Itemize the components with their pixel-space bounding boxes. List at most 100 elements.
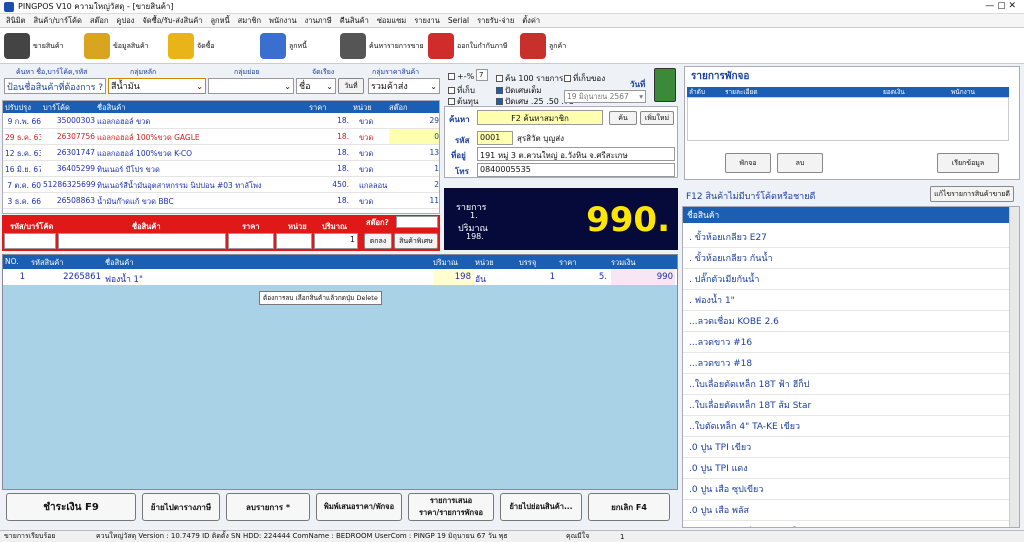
menu-item[interactable]: รายงาน <box>414 15 440 27</box>
entry-unit-input[interactable] <box>276 233 312 249</box>
sub-group-select[interactable]: ⌄ <box>208 78 294 94</box>
product-row[interactable]: 7 ต.ค. 60 51286325699 ทินเนอร์สีน้ำมันอุตส… <box>3 177 439 193</box>
hold-col-header[interactable]: ลำดับ <box>689 87 705 97</box>
product-row[interactable]: 9 ก.พ. 66 35000303 แอลกอฮอล์ ขวด 18. ขวด 29 <box>3 113 439 129</box>
product-row[interactable]: 12 ธ.ค. 63 26301747 แอลกอฮอล์ 100%ขวด K-CO… <box>3 145 439 161</box>
sale-row[interactable]: 1 2265861 ฟองน้ำ 1" 198 อัน 1 5. 990 <box>3 269 677 285</box>
menu-item[interactable]: สินค้า/บาร์โค้ด <box>34 15 82 27</box>
bestseller-item[interactable]: .0 ปูน เสือ ซุปเขียว <box>683 479 1019 500</box>
pay-button[interactable]: ชำระเงิน F9 <box>6 493 136 521</box>
bestseller-item[interactable]: ..ใบเลื่อยตัดเหล็ก 18T ฟ้า ฮีก็ป <box>683 374 1019 395</box>
menu-item[interactable]: Serial <box>448 16 469 25</box>
sale-col-header[interactable]: ราคา <box>559 257 576 269</box>
bestseller-item[interactable]: . ปลั๊กตัวเมียกันน้ำ <box>683 269 1019 290</box>
menu-item[interactable]: พนักงาน <box>269 15 297 27</box>
bestseller-item[interactable]: . ฟองน้ำ 1" <box>683 290 1019 311</box>
menu-item[interactable]: ลูกหนี้ <box>210 15 229 27</box>
member-tel-label: โทร <box>455 167 469 176</box>
print-quote-button[interactable]: พิมพ์เสนอราคา/พักจอ <box>316 493 402 521</box>
bestseller-item[interactable]: ..ใบตัดเหล็ก 4" TA-KE เขียว <box>683 416 1019 437</box>
product-row[interactable]: 16 มิ.ย. 67 36405299 ทินเนอร์ บีโปร ขวด 18.… <box>3 161 439 177</box>
menu-item[interactable]: สมาชิก <box>238 15 261 27</box>
recall-button[interactable]: เรียกข้อมูล <box>937 153 999 173</box>
truck-icon <box>520 33 546 59</box>
special-item-button[interactable]: สินค้าพิเศษ <box>394 233 438 249</box>
edit-bestseller-button[interactable]: แก้ไขรายการสินค้าขายดี <box>930 186 1014 202</box>
bestseller-item[interactable]: .0 ปูน TPI แดง <box>683 458 1019 479</box>
menu-item[interactable]: งานภาษี <box>305 15 332 27</box>
member-search-button[interactable]: ค้น <box>609 111 637 125</box>
sale-col-header[interactable]: รหัสสินค้า <box>31 257 63 269</box>
cancel-button[interactable]: ยกเลิก F4 <box>588 493 670 521</box>
price-group-select[interactable]: รวมค้าส่ง ⌄ <box>368 78 440 94</box>
bestseller-item[interactable]: . ขั้วห้อยเกลียว E27 <box>683 227 1019 248</box>
menu-item[interactable]: ซ่อมแซม <box>377 15 406 27</box>
menu-item[interactable]: สต๊อก <box>90 15 109 27</box>
sale-col-header[interactable]: รวมเงิน <box>611 257 636 269</box>
entry-code-input[interactable] <box>4 233 56 249</box>
menu-item[interactable]: จัดซื้อ/รับ-ส่งสินค้า <box>142 15 202 27</box>
bestseller-item[interactable]: ..ใบเลื่อยตัดเหล็ก 18T ส้ม Star <box>683 395 1019 416</box>
hold-button[interactable]: พักจอ <box>725 153 771 173</box>
bestseller-item[interactable]: .0 ปูน เสือ พลัส <box>683 500 1019 521</box>
entry-price-input[interactable] <box>228 233 274 249</box>
move-to-tax-button[interactable]: ย้ายไปตารางภาษี <box>142 493 220 521</box>
quote-list-button[interactable]: รายการเสนอ ราคา/รายการพักจอ <box>408 493 494 521</box>
product-row[interactable]: 3 ธ.ค. 66 26508863 น้ำมันก๊าดแก้ ขวด BBC 18… <box>3 193 439 209</box>
sale-col-header[interactable]: NO. <box>5 257 19 266</box>
product-cell-unit: ขวด <box>359 197 374 206</box>
hold-col-header[interactable]: รายละเอียด <box>725 87 758 97</box>
bestseller-item[interactable]: ...ลวดเชื่อม KOBE 2.6 <box>683 311 1019 332</box>
bestseller-item[interactable]: ...ลวดขาว #16 <box>683 332 1019 353</box>
hold-col-header[interactable]: ยอดเงิน <box>883 87 905 97</box>
hold-delete-button[interactable]: ลบ <box>777 153 823 173</box>
member-add-button[interactable]: เพิ่มใหม่ <box>640 111 674 125</box>
subgroup-label: กลุ่มย่อย <box>234 68 260 76</box>
menu-item[interactable]: คืนสินค้า <box>340 15 369 27</box>
menu-item[interactable]: สินิมิต <box>6 15 26 27</box>
menu-item[interactable]: ตั้งค่า <box>522 15 540 27</box>
percent-value[interactable]: 7 <box>476 69 488 81</box>
entry-stock-field <box>396 216 438 228</box>
menu-item[interactable]: คูปอง <box>116 15 134 27</box>
menu-item[interactable]: รายรับ-จ่าย <box>477 15 514 27</box>
grand-total: 990. <box>586 200 670 240</box>
sort-select[interactable]: ชื่อ ⌄ <box>296 78 336 94</box>
toolbar-button[interactable]: ออกใบกำกับภาษี <box>428 30 508 62</box>
main-group-select[interactable]: สีน้ำมัน ⌄ <box>108 78 206 94</box>
list-scrollbar[interactable] <box>1009 207 1019 527</box>
sale-col-header[interactable]: ปริมาณ <box>433 257 458 269</box>
sale-col-header[interactable]: หน่วย <box>475 257 494 269</box>
entry-ok-button[interactable]: ตกลง <box>364 233 392 249</box>
entry-qty-input[interactable]: 1 <box>314 233 358 249</box>
notebook-icon <box>260 33 286 59</box>
calculator-icon[interactable] <box>654 68 676 102</box>
sale-col-header[interactable]: ชื่อสินค้า <box>105 257 134 269</box>
sale-col-header[interactable]: บรรจุ <box>519 257 536 269</box>
toolbar-button[interactable]: ลูกหนี้ <box>260 30 307 62</box>
toolbar-button[interactable]: ข้อมูลสินค้า <box>84 30 149 62</box>
member-search-input[interactable]: F2 ค้นหาสมาชิก <box>477 110 603 125</box>
toolbar-button[interactable]: ขายสินค้า <box>4 30 64 62</box>
bestseller-item[interactable]: .0 ปูน ดอกบัวเขียว ซุปเปอร์ <box>683 521 1019 527</box>
product-cell-name: แอลกอฮอล์ 100%ขวด GAGLE <box>97 133 200 142</box>
hold-col-header[interactable]: พนักงาน <box>951 87 975 97</box>
bestseller-item[interactable]: .0 ปูน TPI เขียว <box>683 437 1019 458</box>
move-other-button[interactable]: ย้ายไปย่อนสินค้า... <box>500 493 582 521</box>
sort-date-button[interactable]: วันที่ <box>338 78 364 94</box>
bestseller-item[interactable]: ...ลวดขาว #18 <box>683 353 1019 374</box>
option-percent[interactable]: +-% <box>448 72 474 81</box>
window-controls[interactable]: — ▢ ✕ <box>985 1 1016 11</box>
product-search-input[interactable]: ป้อนชื่อสินค้าที่ต้องการ ? <box>4 78 106 94</box>
delete-item-button[interactable]: ลบรายการ * <box>226 493 310 521</box>
toolbar-button[interactable]: ค้นหารายการขาย <box>340 30 424 62</box>
entry-name-input[interactable] <box>58 233 226 249</box>
option-storage[interactable]: ที่เก็บของ <box>564 72 605 85</box>
basket-icon <box>84 33 110 59</box>
toolbar-button[interactable]: จัดซื้อ <box>168 30 215 62</box>
date-picker[interactable]: 19 มิถุนายน 2567 ▾ <box>564 90 646 103</box>
toolbar-button[interactable]: ลูกค้า <box>520 30 566 62</box>
member-code-field[interactable]: 0001 <box>477 131 513 145</box>
bestseller-item[interactable]: . ขั้วห้อยเกลียว กันน้ำ <box>683 248 1019 269</box>
product-row[interactable]: 29 ธ.ค. 63 26307756 แอลกอฮอล์ 100%ขวด GAGL… <box>3 129 439 145</box>
